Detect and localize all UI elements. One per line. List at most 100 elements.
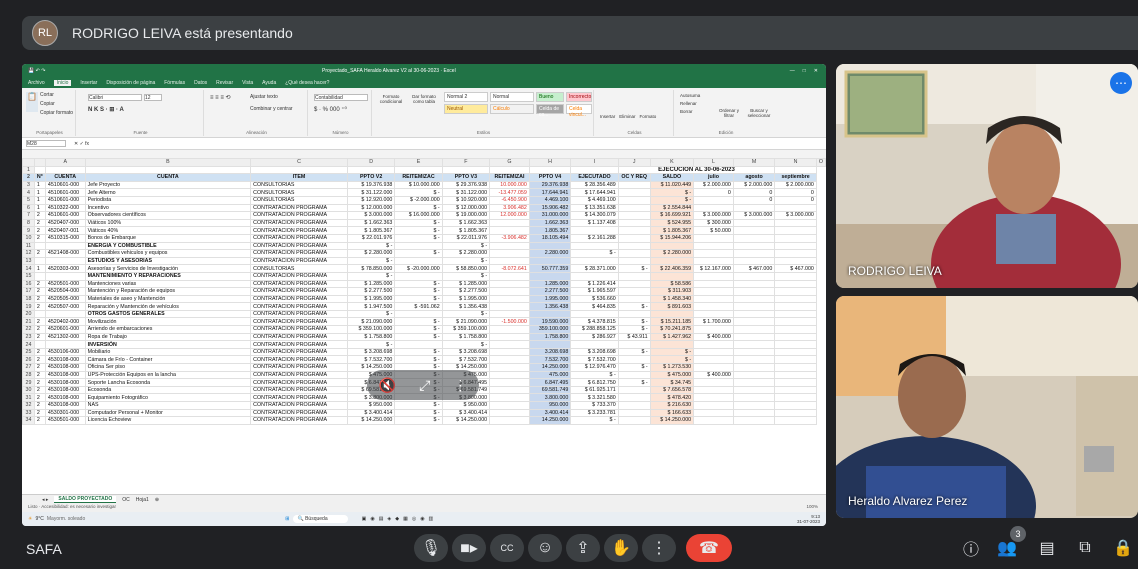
cell[interactable] [693, 340, 734, 349]
meeting-info-button[interactable]: ⓘ [960, 537, 982, 559]
cell[interactable]: $ 6.812.750 [570, 378, 619, 387]
menu-revisar[interactable]: Revisar [216, 80, 233, 86]
cell[interactable]: $ 50.000 [693, 226, 734, 235]
format-cells-button[interactable]: Formato [640, 114, 657, 119]
cell[interactable]: CONTRATACION PROGRAMA [250, 363, 348, 372]
cell[interactable]: Viáticos 40% [84, 226, 252, 235]
cell[interactable] [732, 203, 776, 213]
cell[interactable]: $ 21.090.000 [346, 317, 396, 327]
cell[interactable] [617, 203, 651, 213]
cell[interactable] [693, 408, 734, 418]
cell[interactable]: $ 34.745 [649, 378, 695, 387]
cell[interactable]: $ 70.241.875 [649, 325, 695, 334]
cell[interactable]: $ 536.660 [570, 294, 619, 304]
cell[interactable] [774, 203, 817, 213]
cell[interactable]: $ - [617, 347, 651, 357]
cell[interactable]: $ 733.370 [570, 401, 619, 410]
cell[interactable]: $ 400.000 [693, 332, 734, 342]
cell[interactable]: 7.532.700 [528, 355, 572, 365]
cell[interactable]: -1.500.000 [489, 317, 530, 327]
cell[interactable] [570, 165, 619, 175]
cell[interactable] [693, 309, 734, 319]
taskbar-apps[interactable]: ▣◉▤◈◆▦◎◉▥ [362, 516, 438, 522]
cell[interactable] [489, 355, 530, 365]
column-header[interactable]: H [528, 158, 572, 167]
cell[interactable] [732, 294, 776, 304]
cell[interactable]: $ -20.000.000 [394, 264, 443, 273]
cell[interactable]: $ 359.100.000 [346, 325, 396, 334]
cell[interactable]: $ 1.285.000 [346, 279, 396, 289]
cell[interactable] [774, 378, 817, 387]
cell[interactable]: Bonos de Embarque [84, 233, 252, 243]
cell[interactable] [732, 378, 776, 387]
sheet-nav-icon[interactable]: ◂ ▸ [42, 497, 48, 503]
cell[interactable]: CONSULTORIAS [250, 188, 348, 197]
cell[interactable] [774, 317, 817, 327]
cell[interactable]: $ 28.371.000 [570, 264, 619, 273]
cell[interactable]: $ 524.955 [649, 218, 695, 228]
cell[interactable]: CONSULTORIAS [250, 180, 348, 190]
cell[interactable]: 2 [33, 218, 46, 228]
cell[interactable]: 1.356.438 [528, 302, 572, 311]
style-calculo[interactable]: Cálculo [490, 104, 534, 114]
leave-call-button[interactable]: ☎ [686, 534, 732, 562]
cell[interactable]: $ 1.758.800 [346, 332, 396, 342]
cell[interactable] [732, 279, 776, 289]
cell[interactable] [489, 256, 530, 266]
cell[interactable] [44, 340, 86, 349]
cell[interactable] [774, 355, 817, 365]
cell[interactable]: $ 1.995.000 [441, 294, 491, 304]
sheet-tab-saldo[interactable]: SALDO PROYECTADO [54, 496, 117, 503]
cell[interactable]: 4520407-001 [44, 226, 86, 235]
cell[interactable]: OTROS GASTOS GENERALES [84, 309, 252, 319]
cell[interactable]: $ - [394, 416, 443, 425]
cell[interactable] [774, 226, 817, 235]
cell[interactable]: $ 11.020.449 [649, 180, 695, 190]
menu-datos[interactable]: Datos [194, 80, 207, 86]
cell[interactable] [250, 165, 348, 175]
cell[interactable]: 4520505-000 [44, 294, 86, 304]
windows-start-icon[interactable]: ⊞ [285, 516, 289, 522]
cell[interactable] [489, 408, 530, 418]
cell[interactable]: $ - [394, 279, 443, 289]
cell[interactable]: $ -2.000.000 [394, 195, 443, 205]
cell[interactable]: $ 1.805.367 [441, 226, 491, 235]
cell[interactable]: $ 1.947.500 [346, 302, 396, 311]
row-number[interactable]: 34 [22, 416, 35, 425]
cell[interactable] [44, 165, 86, 175]
cell[interactable]: Mantención y Reparación de equipos [84, 287, 252, 296]
cell[interactable]: Mantenciones varias [84, 279, 252, 289]
cell[interactable]: $ 2.000.000 [693, 180, 734, 190]
cell[interactable] [693, 416, 734, 425]
cell[interactable]: CONTRATACION PROGRAMA [250, 249, 348, 258]
cell[interactable]: 19.590.000 [528, 317, 572, 327]
cell[interactable]: 0 [774, 188, 817, 197]
row-number[interactable]: 15 [22, 271, 35, 281]
row-number[interactable]: 11 [22, 241, 35, 251]
row-number[interactable]: 28 [22, 370, 35, 380]
cell[interactable]: 29.376.938 [528, 180, 572, 190]
cell[interactable]: CONTRATACION PROGRAMA [250, 211, 348, 220]
cell[interactable] [489, 309, 530, 319]
row-number[interactable]: 8 [22, 218, 35, 228]
cell[interactable]: $ 1.700.000 [693, 317, 734, 327]
cell[interactable]: $ 1.995.000 [346, 294, 396, 304]
cell[interactable]: CONTRATACION PROGRAMA [250, 408, 348, 418]
cell[interactable]: $ 475.000 [649, 370, 695, 380]
cell[interactable] [44, 309, 86, 319]
cell[interactable]: $ 4.378.815 [570, 317, 619, 327]
row-number[interactable]: 31 [22, 393, 35, 402]
cell[interactable]: $ - [394, 325, 443, 334]
cell[interactable] [441, 165, 491, 175]
cell[interactable]: Viáticos 100% [84, 218, 252, 228]
cell[interactable] [732, 218, 776, 228]
tell-me-search[interactable]: ¿Qué desea hacer? [285, 80, 329, 86]
bold-italic-underline-buttons[interactable]: N K S · ⊞ · A [88, 106, 124, 113]
cell[interactable] [693, 378, 734, 387]
corner-cell[interactable] [22, 158, 35, 167]
row-number[interactable]: 33 [22, 408, 35, 418]
cell[interactable]: CONTRATACION PROGRAMA [250, 385, 348, 395]
cell[interactable]: $ 950.000 [346, 401, 396, 410]
cell[interactable] [732, 287, 776, 296]
cell[interactable]: 15.906.482 [528, 203, 572, 213]
